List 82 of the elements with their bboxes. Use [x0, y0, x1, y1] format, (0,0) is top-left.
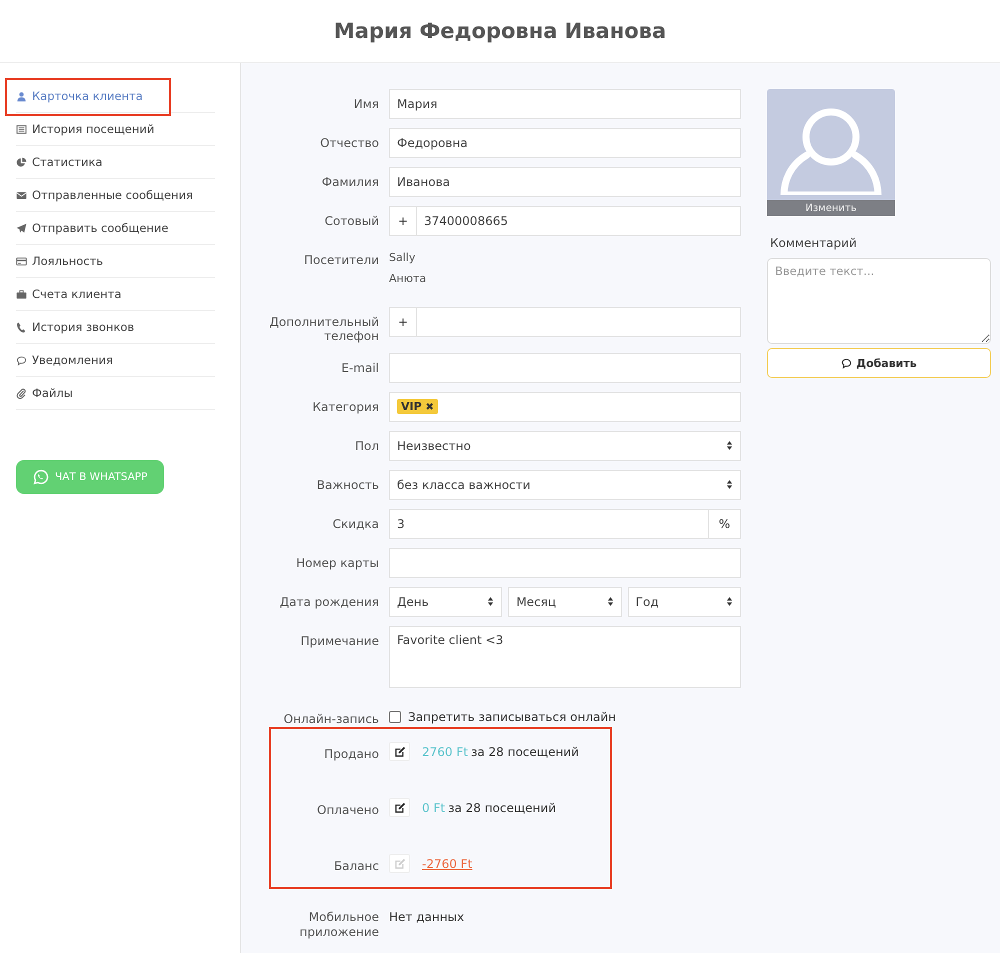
sidebar-item[interactable]: Файлы	[16, 377, 215, 410]
visits-count-text: за 28 посещений	[470, 744, 579, 759]
list-icon	[16, 124, 27, 134]
edit-button[interactable]	[389, 742, 410, 762]
comment-label: Комментарий	[769, 236, 858, 250]
country-code-prefix: +	[389, 307, 417, 337]
sidebar-item[interactable]: История посещений	[16, 113, 215, 146]
category-tag: VIP ✖	[397, 399, 438, 414]
speech-bubble-icon	[16, 354, 27, 366]
field-value: Нет данных	[389, 910, 464, 924]
edit-icon	[394, 858, 406, 870]
visits-count-text: за 28 посещений	[448, 800, 556, 815]
sidebar-item[interactable]: Статистика	[16, 146, 215, 179]
sidebar-item[interactable]: История звонков	[16, 311, 215, 344]
input-field[interactable]: Иванова	[389, 167, 741, 197]
caret-icon	[606, 596, 614, 608]
speech-bubble-icon	[841, 358, 852, 368]
input-field[interactable]	[389, 352, 741, 383]
checkbox[interactable]	[389, 710, 401, 723]
field-label: Продано	[323, 746, 380, 762]
field-label: Сотовый	[324, 213, 380, 228]
country-code-prefix: +	[389, 206, 417, 236]
user-icon	[16, 90, 27, 102]
field-label: Скидка	[332, 516, 380, 532]
envelope-icon	[16, 190, 27, 200]
visitor-name: Анюта	[389, 272, 428, 287]
field-label: Имя	[352, 96, 380, 112]
phone-input-field[interactable]: 37400008665	[417, 206, 741, 236]
phone-input-field[interactable]	[417, 307, 741, 337]
comment-text-area[interactable]: Введите текст...	[767, 258, 991, 344]
field-label: Категория	[311, 398, 380, 414]
note-text-area[interactable]: Favorite client <3	[389, 626, 741, 688]
field-label: Примечание	[300, 632, 380, 648]
field-label: Отчество	[319, 135, 380, 150]
edit-button[interactable]	[389, 798, 410, 818]
edit-icon	[394, 802, 406, 814]
field-label: Номер карты	[295, 554, 380, 570]
field-label: Мобильное приложение	[298, 910, 380, 939]
field-label: Дополнительный телефон	[268, 314, 380, 344]
field-label: Дата рождения	[278, 594, 380, 610]
paper-plane-icon	[16, 222, 27, 234]
edit-icon	[394, 746, 406, 758]
sidebar-item[interactable]: Лояльность	[16, 245, 215, 278]
phone-icon	[16, 322, 27, 332]
caret-icon	[726, 596, 733, 608]
input-field[interactable]: 3	[389, 508, 709, 539]
paperclip-icon	[16, 388, 27, 398]
tag-input-field[interactable]: VIP ✖	[389, 392, 741, 422]
select-dropdown[interactable]: Неизвестно	[389, 430, 741, 461]
field-label: Баланс	[332, 858, 380, 874]
input-field[interactable]: Федоровна	[389, 128, 741, 158]
briefcase-icon	[16, 288, 27, 300]
field-label: Важность	[316, 476, 380, 492]
caret-icon	[726, 479, 733, 490]
sidebar-item[interactable]: Счета клиента	[16, 278, 215, 311]
client-name-title: Мария Федоровна Иванова	[334, 19, 666, 43]
date-select-dropdown[interactable]: Год	[628, 586, 741, 617]
field-label: Оплачено	[316, 802, 380, 818]
credit-card-icon	[16, 256, 27, 266]
remove-tag-button[interactable]: ✖	[426, 402, 434, 414]
sidebar-item[interactable]: Отправленные сообщения	[16, 179, 215, 212]
field-label: Посетители	[303, 252, 380, 268]
input-field[interactable]	[389, 548, 741, 578]
caret-icon	[487, 596, 494, 608]
date-select-dropdown[interactable]: День	[389, 586, 502, 617]
percent-suffix: %	[709, 508, 741, 539]
field-label: Фамилия	[320, 174, 380, 190]
sidebar-item[interactable]: Отправить сообщение	[16, 212, 215, 245]
add-comment-button[interactable]: Добавить	[767, 348, 991, 378]
input-field[interactable]: Мария	[389, 89, 741, 119]
chat-bubble-icon	[33, 469, 49, 485]
checkbox-label: Запретить записываться онлайн	[408, 710, 616, 724]
caret-icon	[726, 440, 733, 452]
sidebar-item[interactable]: Карточка клиента	[16, 80, 215, 113]
date-select-dropdown[interactable]: Месяц	[508, 586, 622, 617]
field-label: Онлайн-запись	[282, 710, 380, 726]
sidebar-item[interactable]: Уведомления	[16, 344, 215, 377]
field-label: E-mail	[340, 360, 380, 376]
visitor-name: Sally	[389, 251, 416, 266]
field-label: Пол	[354, 438, 380, 454]
pie-chart-icon	[16, 156, 27, 168]
select-dropdown[interactable]: без класса важности	[389, 470, 741, 500]
